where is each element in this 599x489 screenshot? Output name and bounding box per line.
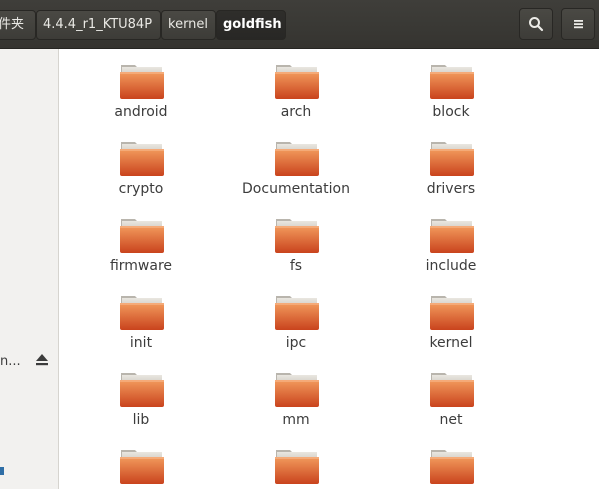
folder-label: kernel [429,335,473,351]
folder-item[interactable]: fs [221,203,371,277]
folder-item[interactable]: Documentation [221,126,371,200]
folder-label: Documentation [242,181,350,197]
folder-icon [273,215,321,255]
folder-label: drivers [426,181,476,197]
folder-item[interactable]: init [66,280,216,354]
hamburger-menu-icon [574,20,583,29]
folder-item[interactable]: kernel [376,280,526,354]
folder-icon [273,138,321,178]
file-grid: android arch block crypto Documentation drive… [60,49,599,489]
folder-item[interactable]: ipc [221,280,371,354]
folder-label: include [425,258,477,274]
folder-icon [118,292,166,332]
folder-icon [273,446,321,486]
folder-item[interactable]: android [66,49,216,123]
folder-item[interactable]: firmware [66,203,216,277]
folder-item[interactable] [376,434,526,489]
folder-icon [428,138,476,178]
folder-icon [273,369,321,409]
header-bar: 件夹 4.4.4_r1_KTU84P kernel goldfish [0,0,599,49]
folder-label: fs [289,258,303,274]
folder-item[interactable] [66,434,216,489]
folder-icon [118,61,166,101]
folder-item[interactable]: mm [221,357,371,431]
folder-item[interactable]: arch [221,49,371,123]
folder-icon [428,446,476,486]
folder-icon [428,61,476,101]
sidebar-item-device-label[interactable]: n... [0,354,21,369]
breadcrumb-item-parent[interactable]: 件夹 [0,10,36,40]
breadcrumb-item-4.4.4_r1_KTU84P[interactable]: 4.4.4_r1_KTU84P [36,10,161,40]
folder-icon [428,369,476,409]
folder-label: lib [132,412,150,428]
sidebar-indicator [0,467,4,475]
breadcrumb-item-goldfish[interactable]: goldfish [216,10,286,40]
folder-label: ipc [285,335,307,351]
folder-item[interactable]: drivers [376,126,526,200]
folder-icon [118,369,166,409]
folder-icon [273,292,321,332]
sidebar: n... [0,49,59,489]
eject-icon[interactable] [35,353,49,367]
folder-item[interactable]: lib [66,357,216,431]
folder-item[interactable]: block [376,49,526,123]
folder-item[interactable]: crypto [66,126,216,200]
folder-icon [118,215,166,255]
folder-item[interactable]: include [376,203,526,277]
folder-icon [118,446,166,486]
menu-button[interactable] [561,8,595,40]
folder-label: block [432,104,470,120]
folder-item[interactable]: net [376,357,526,431]
folder-icon [428,215,476,255]
folder-icon [118,138,166,178]
breadcrumb-item-kernel[interactable]: kernel [161,10,216,40]
folder-label: arch [280,104,312,120]
folder-icon [273,61,321,101]
search-button[interactable] [519,8,553,40]
folder-label: crypto [118,181,164,197]
folder-label: net [439,412,463,428]
folder-icon [428,292,476,332]
folder-label: android [114,104,168,120]
folder-item[interactable] [221,434,371,489]
folder-label: init [129,335,153,351]
folder-label: firmware [109,258,173,274]
search-icon [529,17,544,32]
folder-label: mm [282,412,310,428]
